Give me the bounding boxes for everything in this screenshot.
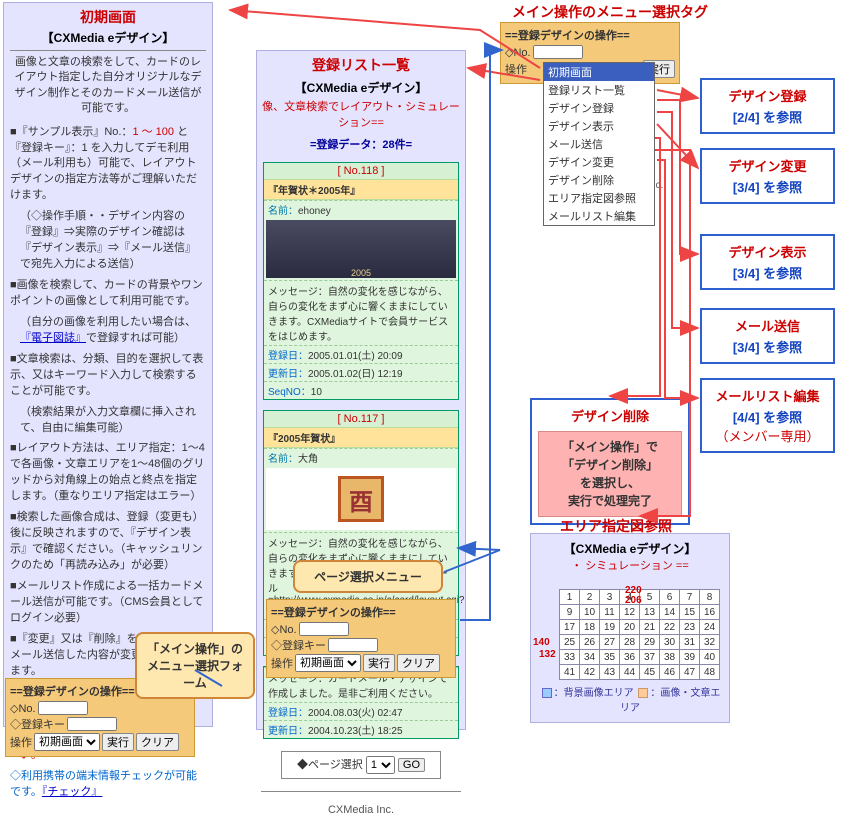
check-link[interactable]: 『チェック』 bbox=[42, 786, 103, 798]
key-input[interactable] bbox=[67, 717, 117, 731]
menu-item[interactable]: デザイン表示 bbox=[544, 117, 654, 135]
op-select[interactable]: 初期画面 bbox=[34, 733, 100, 751]
menu-item[interactable]: デザイン削除 bbox=[544, 171, 654, 189]
ref-maillist-edit: メールリスト編集[4/4] を参照（メンバー専用） bbox=[700, 378, 835, 453]
pager: ◆ページ選択 1 GO bbox=[281, 751, 441, 779]
page-select[interactable]: 1 bbox=[366, 756, 395, 774]
main-op-form-center: ==登録デザインの操作== ◇No. ◇登録キー 操作 初期画面 実行 クリア bbox=[266, 599, 456, 678]
card-thumbnail: 2005 bbox=[266, 220, 456, 278]
no-input[interactable] bbox=[299, 622, 349, 636]
menu-item[interactable]: デザイン変更 bbox=[544, 153, 654, 171]
label-page-menu: ページ選択メニュー bbox=[293, 560, 443, 593]
record-count: =登録データ：28件= bbox=[261, 136, 461, 152]
menu-item[interactable]: メール送信 bbox=[544, 135, 654, 153]
menu-item[interactable]: デザイン登録 bbox=[544, 99, 654, 117]
ref-design-show: デザイン表示[3/4] を参照 bbox=[700, 234, 835, 290]
legend-swatch-bg bbox=[542, 688, 552, 698]
initial-subtitle: 【CXMedia eデザイン】 bbox=[10, 29, 206, 46]
initial-lead: 画像と文章の検索をして、カードのレイアウト指定した自分オリジナルなデザイン制作と… bbox=[10, 55, 206, 117]
key-input[interactable] bbox=[328, 638, 378, 652]
go-button[interactable]: GO bbox=[398, 758, 425, 772]
panel-area: 【CXMedia eデザイン】 ・ シミュレーション == 220 206 14… bbox=[530, 533, 730, 723]
panel-delete: デザイン削除 「メイン操作」で 「デザイン削除」 を選択し、 実行で処理完了 bbox=[530, 398, 690, 525]
denshi-link[interactable]: 『電子図誌』 bbox=[20, 332, 86, 344]
footer-company: CXMedia Inc. bbox=[261, 804, 461, 816]
menu-item[interactable]: 初期画面 bbox=[544, 63, 654, 81]
label-main-op-form: 「メイン操作」の メニュー選択フォーム bbox=[135, 632, 255, 699]
list-card: [ No.118 ] 『年賀状＊2005年』 名前：ehoney 2005 メッ… bbox=[263, 162, 459, 400]
clear-button[interactable]: クリア bbox=[136, 733, 179, 751]
area-legend: ：背景画像エリア ：画像・文章エリア bbox=[535, 684, 725, 714]
legend-swatch-txt bbox=[638, 688, 648, 698]
op-select-open[interactable]: 初期画面 登録リスト一覧 デザイン登録 デザイン表示 メール送信 デザイン変更 … bbox=[543, 62, 655, 226]
exec-button[interactable]: 実行 bbox=[102, 733, 134, 751]
card-thumbnail: 酉 bbox=[266, 468, 456, 530]
panel-menu: ==登録デザインの操作== ◇No. 操作 実行 初期画面 登録リスト一覧 デザ… bbox=[500, 22, 680, 84]
divider bbox=[10, 50, 206, 51]
list-heading: 登録リスト一覧 bbox=[261, 55, 461, 75]
no-input[interactable] bbox=[38, 701, 88, 715]
exec-button[interactable]: 実行 bbox=[363, 654, 395, 672]
initial-heading: 初期画面 bbox=[10, 7, 206, 27]
ref-mail-send: メール送信[3/4] を参照 bbox=[700, 308, 835, 364]
ref-design-change: デザイン変更[3/4] を参照 bbox=[700, 148, 835, 204]
menu-item[interactable]: エリア指定図参照 bbox=[544, 189, 654, 207]
op-select[interactable]: 初期画面 bbox=[295, 654, 361, 672]
delete-instruction: 「メイン操作」で 「デザイン削除」 を選択し、 実行で処理完了 bbox=[538, 431, 682, 517]
no-input[interactable] bbox=[533, 45, 583, 59]
clear-button[interactable]: クリア bbox=[397, 654, 440, 672]
menu-tag-heading: メイン操作のメニュー選択タグ bbox=[500, 2, 720, 22]
menu-item[interactable]: 登録リスト一覧 bbox=[544, 81, 654, 99]
ref-design-register: デザイン登録[2/4] を参照 bbox=[700, 78, 835, 134]
menu-item[interactable]: メールリスト編集 bbox=[544, 207, 654, 225]
panel-initial: 初期画面 【CXMedia eデザイン】 画像と文章の検索をして、カードのレイア… bbox=[3, 2, 213, 727]
